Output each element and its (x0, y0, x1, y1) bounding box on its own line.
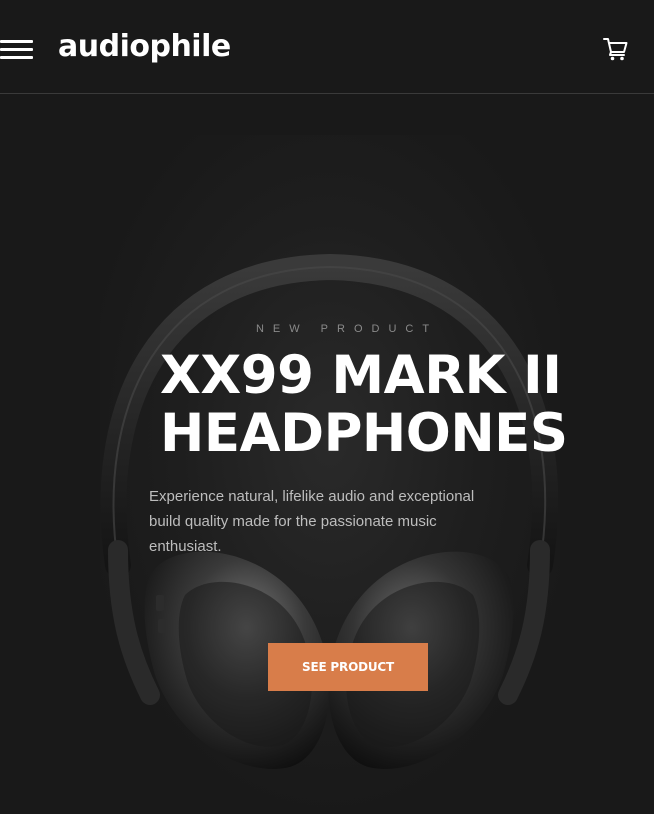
hero-title: XX99 MARK II HEADPHONES (160, 347, 600, 463)
see-product-button[interactable]: SEE PRODUCT (268, 643, 428, 691)
menu-bar (0, 40, 33, 43)
menu-bar (0, 48, 33, 51)
site-logo[interactable]: audiophile (58, 29, 231, 64)
hero-description: Experience natural, lifelike audio and e… (149, 488, 475, 555)
hero-overline: NEW PRODUCT (255, 323, 439, 335)
shopping-cart-icon[interactable] (603, 37, 629, 61)
hero-section: NEW PRODUCT XX99 MARK II HEADPHONES Expe… (0, 95, 654, 814)
menu-bar (0, 56, 33, 59)
hero-title-line: HEADPHONES (160, 403, 568, 464)
site-header: audiophile (0, 0, 654, 94)
hero-title-line: XX99 MARK II (160, 345, 562, 406)
page: audiophile NEW PRODUCT XX99 MARK II HEAD… (0, 0, 654, 814)
hamburger-menu-icon[interactable] (0, 38, 34, 62)
